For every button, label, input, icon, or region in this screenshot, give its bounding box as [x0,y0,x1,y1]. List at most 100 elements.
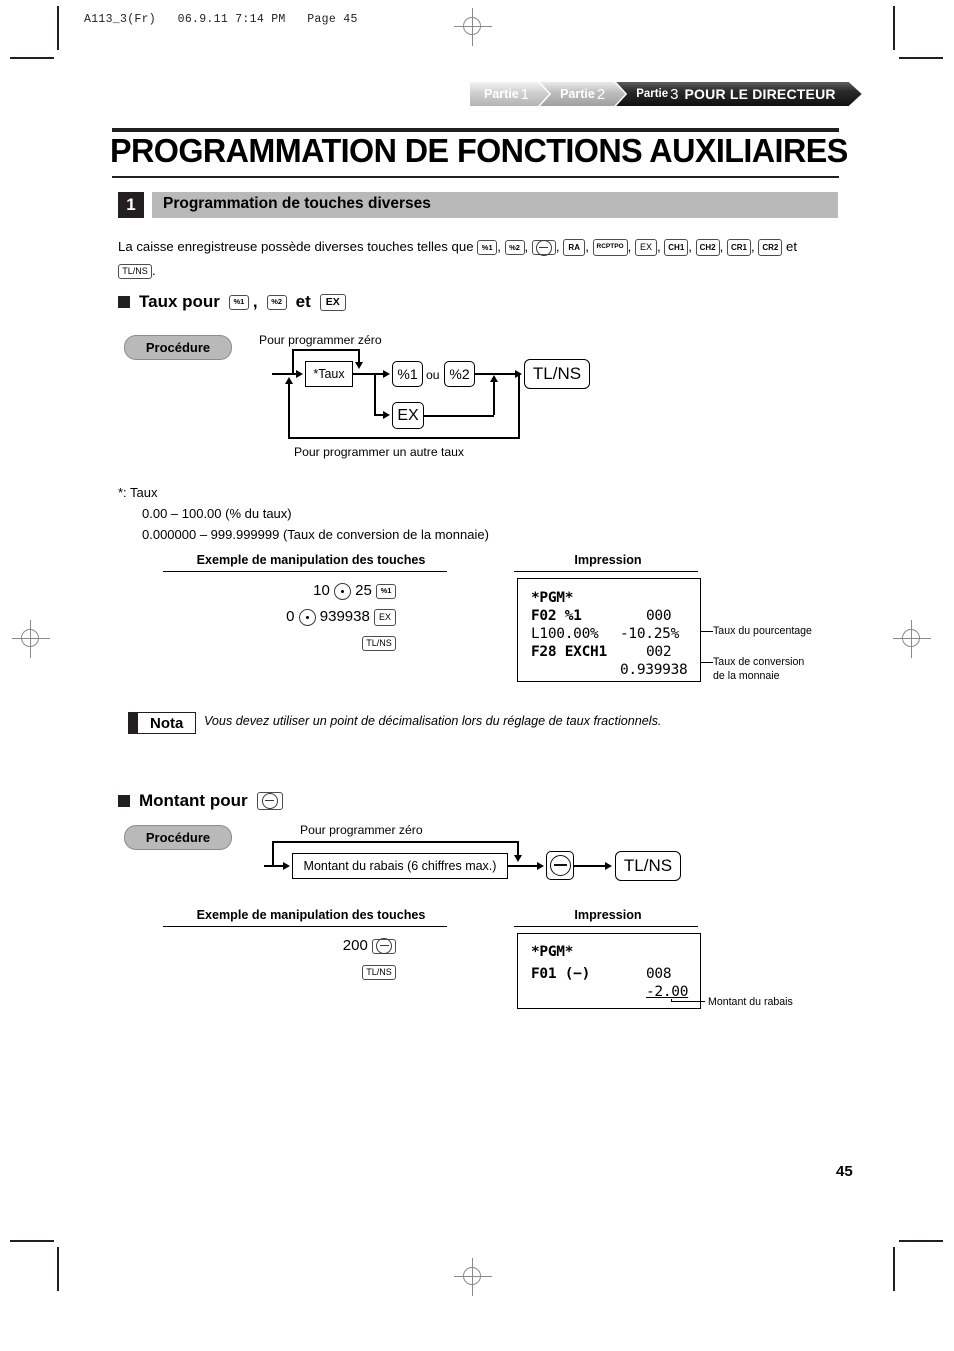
flow1-loop-v-right [518,373,520,438]
heading-key-ex[interactable]: EX [319,293,346,311]
receipt2-line-1-left: F01 (−) [531,966,591,982]
keystroke-digits: 200 [342,937,368,954]
tab-partie-1-label: Partie [484,87,519,101]
keystroke-key-ex[interactable]: EX [374,608,396,626]
callout-taux-conversion: Taux de conversion de la monnaie [713,656,805,682]
tab-partie-3-title: POUR LE DIRECTEUR [684,86,836,102]
flow2-zero-v-left [272,841,274,866]
key-minus[interactable] [531,239,556,256]
crop-mark-tr-h [899,57,943,59]
keystroke-digits-b: 25 [355,582,372,599]
crop-mark-br-h [899,1240,943,1242]
flow1-key-ex[interactable]: EX [392,402,424,429]
circle-minus-icon [261,793,278,809]
flow1-key-pct2[interactable]: %2 [444,361,475,387]
key-ex[interactable]: EX [634,239,657,257]
keystroke-key-tlns[interactable]: TL/NS [362,964,396,980]
subsection-montant-label: Montant pour [139,791,248,810]
registration-mark-left [12,620,50,658]
receipt2-line-0-left: *PGM* [531,944,574,960]
example-rule-amount [163,926,447,928]
bullet-square-icon [118,795,130,807]
impression-head-rate: Impression [574,553,642,567]
heading-key-pct2[interactable]: %2 [266,294,287,310]
crop-mark-tl-h [10,57,54,59]
keystroke-digits-a: 10 [313,582,330,599]
crop-mark-tr-v [893,6,895,50]
registration-mark-bottom [454,1258,492,1296]
key-rcptpo[interactable]: RCPTPO [592,239,628,257]
flow2-zero-arrow [513,855,522,862]
impression-head-amount: Impression [574,908,642,922]
circle-minus-icon [535,239,552,256]
decimal-point-key[interactable] [298,608,316,626]
heading-key-minus[interactable] [256,792,283,810]
crop-mark-bl-v [57,1247,59,1291]
receipt-line-3-left: F28 EXCH1 [531,644,607,660]
nota-accent-bar [128,712,137,734]
keystroke-row: TL/NS [200,630,396,656]
key-pct1[interactable]: %1 [477,240,498,256]
key-pct2[interactable]: %2 [504,240,525,256]
flow2-key-tlns[interactable]: TL/NS [615,851,681,881]
key-ra[interactable]: RA [563,239,586,257]
flow2-top-label: Pour programmer zéro [300,823,423,837]
flow1-arrow-in [296,369,303,378]
nota-label: Nota [150,714,184,732]
tab-partie-2-label: Partie [560,87,595,101]
impression-rule-rate [514,571,698,573]
tab-partie-3-number: 3 [670,85,679,103]
registration-mark-right [893,620,931,658]
tab-partie-1[interactable]: Partie 1 [470,82,549,106]
receipt-line-4-right: 0.939938 [620,662,688,678]
flow1-zero-arrow [354,362,363,369]
example-head-rate: Exemple de manipulation des touches [196,553,426,567]
receipt-line-2-right: -10.25% [620,626,680,642]
flow2-arrow-tlns [605,861,612,870]
flow1-zero-h [292,349,359,351]
heading-key-pct1[interactable]: %1 [228,294,249,310]
rate-footnote-line2: 0.00 – 100.00 (% du taux) [142,506,292,521]
registration-mark-top [454,8,492,46]
key-tlns[interactable]: TL/NS [118,264,152,280]
impression-rule-amount [514,926,698,928]
key-ch1[interactable]: CH1 [664,239,689,257]
keystroke-row: 200 [200,933,396,959]
heading-comma: , [252,292,258,311]
flow1-key-pct1[interactable]: %1 [392,361,423,387]
key-cr1[interactable]: CR1 [726,239,751,257]
keystroke-sequence-amount: 200 TL/NS [200,933,396,985]
flow1-key-tlns[interactable]: TL/NS [524,359,590,389]
key-ch2[interactable]: CH2 [695,239,720,257]
flow1-loop-h [288,437,520,439]
keystroke-key-minus[interactable] [372,938,396,955]
flow2-key-minus[interactable] [546,851,574,880]
flow1-split-v [374,373,376,415]
keystroke-row: 10 25 %1 [200,578,396,604]
subsection-taux-heading: Taux pour %1 , %2 et EX [118,292,346,312]
flow1-merge-v [493,381,495,415]
intro-text: La caisse enregistreuse possède diverses… [118,239,474,254]
flow1-loop-arrow [284,377,293,384]
receipt-line-1-right: 000 [646,608,672,624]
key-cr2[interactable]: CR2 [758,239,783,257]
tab-partie-3-active[interactable]: Partie 3 POUR LE DIRECTEUR [616,82,862,106]
tab-partie-1-number: 1 [520,85,530,103]
chapter-rule-top [112,128,839,132]
flow2-zero-h [272,841,518,843]
decimal-point-key[interactable] [333,582,351,600]
page-title: PROGRAMMATION DE FONCTIONS AUXILIAIRES [110,133,848,170]
bullet-square-icon [118,296,130,308]
procedure-pill-amount-label: Procédure [145,830,211,845]
callout3-leader [671,1001,705,1002]
receipt-line-1-left: F02 %1 [531,608,582,624]
flow1-key-tlns-label: TL/NS [532,364,582,383]
keystroke-sequence-rate: 10 25 %1 0 939938 EX TL/NS [200,578,396,656]
flow1-entry-box-label: *Taux [313,367,345,381]
tab-partie-2[interactable]: Partie 2 [540,82,625,106]
keystroke-key-tlns[interactable]: TL/NS [362,635,396,651]
flow1-merge-arrow [489,375,498,382]
circle-minus-icon [376,938,392,955]
keystroke-key-pct1[interactable]: %1 [376,583,396,599]
flow1-entry-box: *Taux [305,361,353,387]
